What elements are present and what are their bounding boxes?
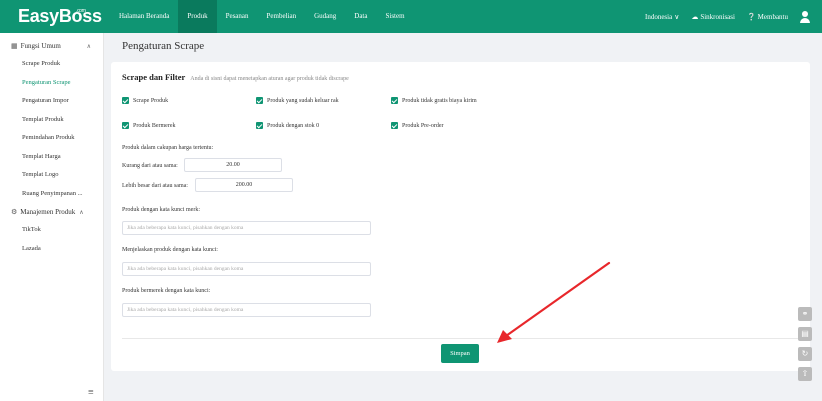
checkbox-label: Produk dengan stok 0 bbox=[267, 122, 320, 129]
cloud-icon: ☁ bbox=[691, 12, 699, 21]
language-selector[interactable]: Indonesia ∨ bbox=[645, 13, 679, 21]
grid-icon: ▦ bbox=[11, 42, 18, 50]
refresh-icon[interactable]: ↻ bbox=[798, 347, 812, 361]
group-label: Fungsi Umum bbox=[20, 42, 61, 50]
greater-equal-label: Lebih besar dari atau sama: bbox=[122, 183, 188, 189]
top-right-tools: Indonesia ∨ ☁ Sinkronisasi ❔ Membantu bbox=[645, 10, 822, 23]
brand-named-keywords-label: Produk bermerek dengan kata kunci: bbox=[122, 288, 211, 294]
brand-keywords-input[interactable]: Jika ada beberapa kata kunci, pisahkan d… bbox=[122, 221, 371, 235]
checkbox-scrape-produk[interactable]: Scrape Produk bbox=[122, 97, 168, 104]
checkbox-label: Produk Bermerek bbox=[133, 122, 176, 129]
checkbox-checked-icon bbox=[122, 97, 129, 104]
sidebar-group-manajemen-produk[interactable]: ⚙ Manajemen Produk ∧ bbox=[0, 203, 103, 221]
checkbox-produk-stok-0[interactable]: Produk dengan stok 0 bbox=[256, 122, 319, 129]
sidebar-item-templat-logo[interactable]: Templat Logo bbox=[0, 166, 103, 185]
checkbox-produk-keluar-rak[interactable]: Produk yang sudah keluar rak bbox=[256, 97, 339, 104]
min-price-input[interactable]: 200.00 bbox=[195, 178, 293, 192]
checkbox-checked-icon bbox=[256, 97, 263, 104]
explain-keywords-label: Menjelaskan produk dengan kata kunci: bbox=[122, 247, 218, 253]
sidebar-item-tiktok[interactable]: TikTok bbox=[0, 221, 103, 240]
checkbox-label: Produk Pre-order bbox=[402, 122, 444, 129]
sync-button[interactable]: ☁ Sinkronisasi bbox=[691, 13, 735, 21]
group-label: Manajemen Produk bbox=[20, 208, 76, 216]
brand-named-keywords-input[interactable]: Jika ada beberapa kata kunci, pisahkan d… bbox=[122, 303, 371, 317]
menu-collapse-icon[interactable]: ≡ bbox=[88, 387, 94, 398]
checkbox-produk-tidak-gratis-kirim[interactable]: Produk tidak gratis biaya kirim bbox=[391, 97, 477, 104]
sidebar-item-scrape-produk[interactable]: Scrape Produk bbox=[0, 55, 103, 74]
checkbox-label: Scrape Produk bbox=[133, 97, 169, 104]
help-label: Membantu bbox=[757, 12, 788, 21]
nav-item-sistem[interactable]: Sistem bbox=[376, 0, 413, 33]
section-title: Scrape dan Filter bbox=[122, 72, 186, 82]
section-header: Scrape dan Filter Anda di sisni dapat me… bbox=[122, 72, 349, 82]
sync-label: Sinkronisasi bbox=[700, 12, 735, 21]
nav-item-halaman-beranda[interactable]: Halaman Beranda bbox=[110, 0, 178, 33]
brand-keywords-label: Produk dengan kata kunci merk: bbox=[122, 207, 200, 213]
nav-item-pembelian[interactable]: Pembelian bbox=[258, 0, 306, 33]
question-icon: ❔ bbox=[746, 12, 756, 21]
chevron-up-icon: ∧ bbox=[86, 43, 91, 50]
section-description: Anda di sisni dapat menetapkan aturan ag… bbox=[190, 76, 349, 82]
page-title: Pengaturan Scrape bbox=[122, 40, 205, 52]
checkbox-produk-bermerek[interactable]: Produk Bermerek bbox=[122, 122, 176, 129]
checkbox-label: Produk tidak gratis biaya kirim bbox=[402, 97, 477, 104]
main-nav: Halaman Beranda Produk Pesanan Pembelian… bbox=[110, 0, 414, 33]
back-to-top-icon[interactable]: ⇧ bbox=[798, 367, 812, 381]
checkbox-checked-icon bbox=[391, 122, 398, 129]
nav-item-produk[interactable]: Produk bbox=[178, 0, 217, 33]
divider bbox=[122, 338, 799, 339]
sidebar-item-pemindahan-produk[interactable]: Pemindahan Produk bbox=[0, 129, 103, 148]
chevron-up-icon: ∧ bbox=[79, 209, 84, 216]
checkbox-label: Produk yang sudah keluar rak bbox=[267, 97, 339, 104]
checkbox-checked-icon bbox=[391, 97, 398, 104]
sidebar-item-templat-produk[interactable]: Templat Produk bbox=[0, 111, 103, 130]
settings-icon: ⚙ bbox=[11, 208, 18, 216]
checkbox-checked-icon bbox=[256, 122, 263, 129]
sidebar-item-lazada[interactable]: Lazada bbox=[0, 240, 103, 259]
scrape-settings-card: Scrape dan Filter Anda di sisni dapat me… bbox=[111, 62, 810, 371]
nav-item-data[interactable]: Data bbox=[345, 0, 376, 33]
chevron-down-icon: ∨ bbox=[674, 12, 680, 21]
price-range-label: Produk dalam cakupan harga tertentu: bbox=[122, 145, 214, 151]
sidebar: ▦ Fungsi Umum ∧ Scrape Produk Pengaturan… bbox=[0, 33, 104, 401]
explain-keywords-input[interactable]: Jika ada beberapa kata kunci, pisahkan d… bbox=[122, 262, 371, 276]
easyboss-logo[interactable]: EasyBoss .com bbox=[0, 6, 110, 27]
user-icon[interactable] bbox=[800, 10, 810, 23]
nav-item-gudang[interactable]: Gudang bbox=[305, 0, 345, 33]
logo-suffix: .com bbox=[76, 8, 86, 14]
logo-text: EasyBoss bbox=[18, 6, 102, 26]
sidebar-item-ruang-penyimpanan[interactable]: Ruang Penyimpanan ... bbox=[0, 185, 103, 204]
sidebar-item-pengaturan-scrape[interactable]: Pengaturan Scrape bbox=[0, 74, 103, 93]
help-button[interactable]: ❔ Membantu bbox=[747, 13, 788, 21]
document-icon[interactable]: ▤ bbox=[798, 327, 812, 341]
save-button[interactable]: Simpan bbox=[441, 344, 479, 363]
nav-item-pesanan[interactable]: Pesanan bbox=[217, 0, 258, 33]
top-navigation-bar: EasyBoss .com Halaman Beranda Produk Pes… bbox=[0, 0, 822, 33]
sidebar-item-pengaturan-impor[interactable]: Pengaturan Impor bbox=[0, 92, 103, 111]
sidebar-group-fungsi-umum[interactable]: ▦ Fungsi Umum ∧ bbox=[0, 37, 103, 55]
checkbox-checked-icon bbox=[122, 122, 129, 129]
headset-icon[interactable]: ⚭ bbox=[798, 307, 812, 321]
sidebar-item-templat-harga[interactable]: Templat Harga bbox=[0, 148, 103, 167]
less-equal-label: Kurang dari atau sama: bbox=[122, 163, 178, 169]
max-price-input[interactable]: 20.00 bbox=[184, 158, 282, 172]
checkbox-produk-pre-order[interactable]: Produk Pre-order bbox=[391, 122, 444, 129]
language-label: Indonesia bbox=[644, 12, 673, 21]
